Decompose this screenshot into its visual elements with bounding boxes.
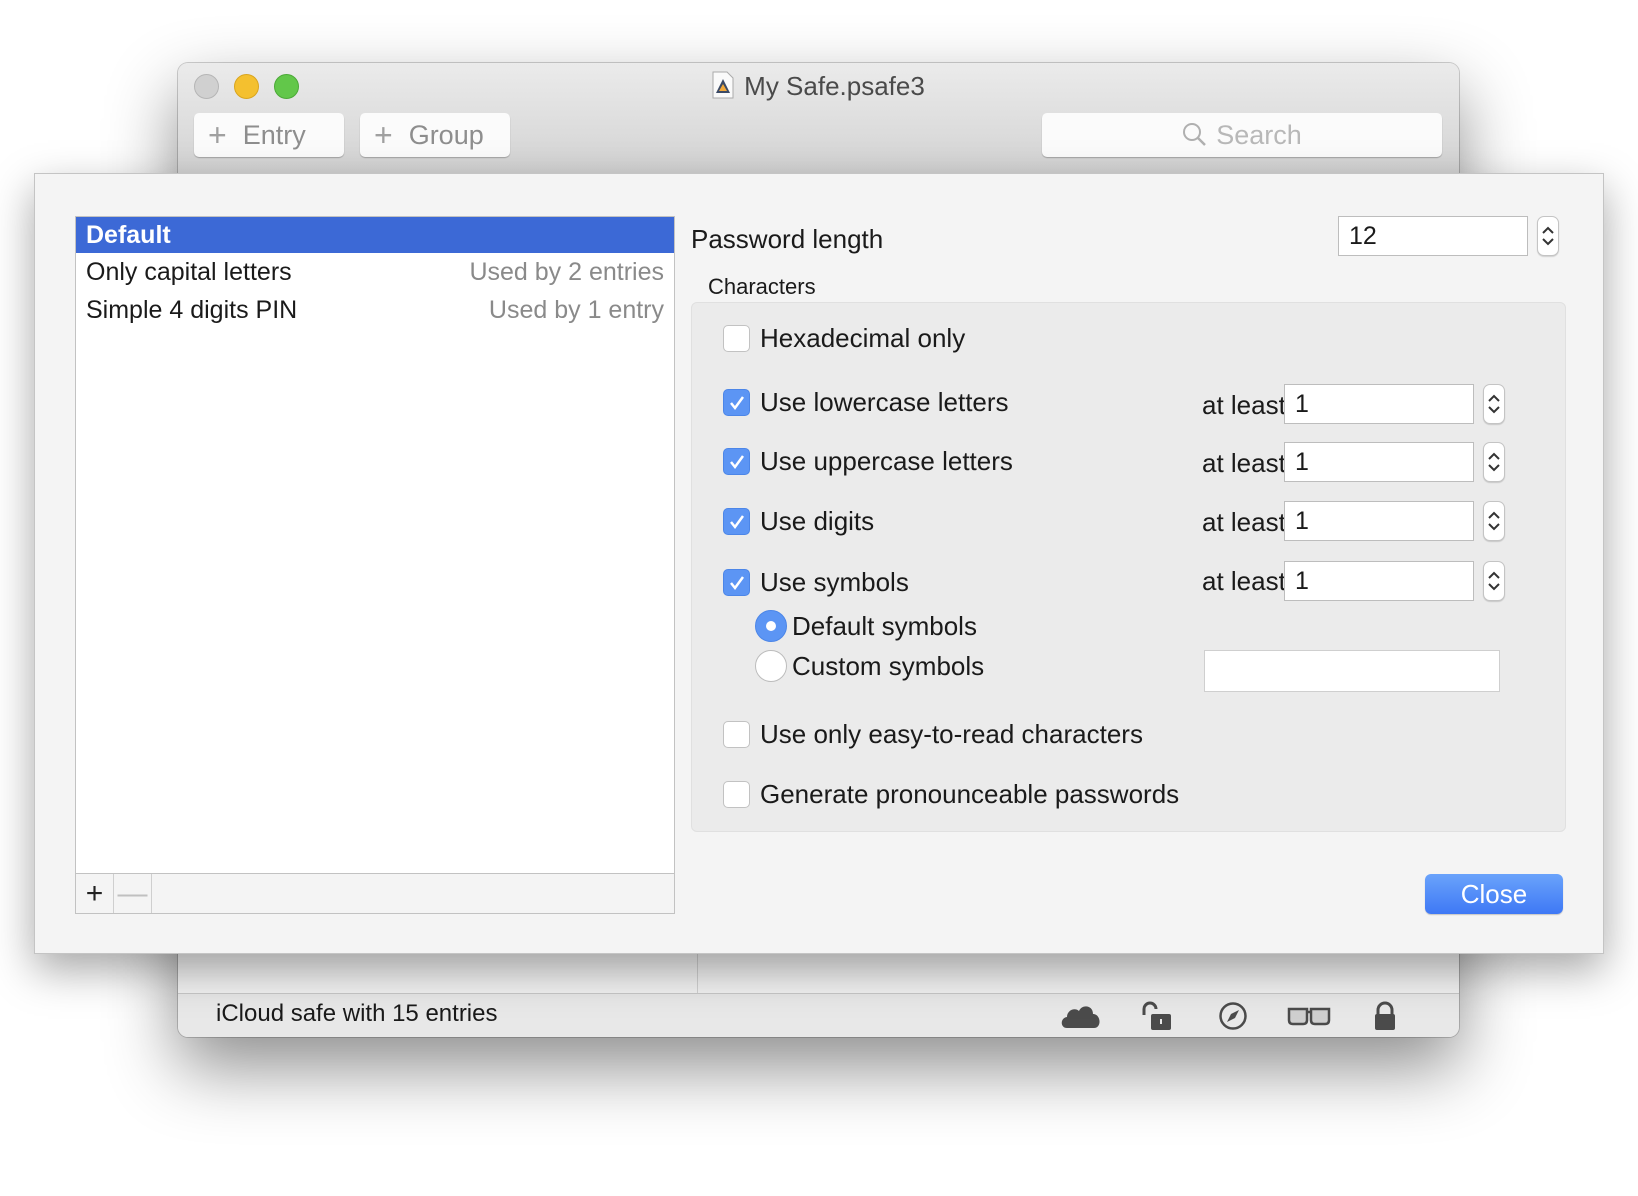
easy-to-read-label: Use only easy-to-read characters (760, 719, 1143, 749)
chevron-down-icon (1488, 523, 1500, 531)
status-text: iCloud safe with 15 entries (216, 1000, 498, 1027)
chevron-up-icon (1488, 571, 1500, 579)
pronounceable-checkbox[interactable]: Generate pronounceable passwords (723, 779, 1179, 810)
padlock-icon[interactable] (1363, 1000, 1407, 1032)
document-icon (712, 71, 734, 99)
policy-usage: Used by 2 entries (469, 257, 664, 286)
chevron-down-icon (1542, 238, 1554, 246)
chevron-down-icon (1488, 406, 1500, 414)
chevron-up-icon (1488, 394, 1500, 402)
digits-min-field[interactable]: 1 (1284, 501, 1474, 541)
digits-at-least-label: at least (1202, 507, 1286, 537)
add-entry-button[interactable]: + Entry (194, 113, 344, 157)
window-title-text: My Safe.psafe3 (744, 71, 925, 101)
lowercase-label: Use lowercase letters (760, 387, 1009, 417)
lowercase-checkbox[interactable]: Use lowercase letters (723, 387, 1009, 418)
default-symbols-radio[interactable]: Default symbols (755, 610, 977, 642)
add-group-button[interactable]: + Group (360, 113, 510, 157)
symbols-min-stepper[interactable] (1483, 561, 1505, 601)
custom-symbols-radio[interactable]: Custom symbols (755, 650, 984, 682)
cloud-icon[interactable] (1059, 1000, 1103, 1032)
list-footer: + — (76, 873, 674, 913)
digits-checkbox[interactable]: Use digits (723, 506, 874, 537)
checkbox-box (723, 325, 750, 352)
custom-symbols-label: Custom symbols (792, 650, 985, 681)
chevron-down-icon (1488, 464, 1500, 472)
checkmark-icon (723, 569, 750, 596)
close-button[interactable]: Close (1425, 874, 1563, 914)
add-policy-button[interactable]: + (76, 874, 114, 913)
checkmark-icon (723, 448, 750, 475)
chevron-down-icon (1488, 583, 1500, 591)
digits-label: Use digits (760, 506, 875, 536)
lowercase-at-least-label: at least (1202, 390, 1286, 420)
password-length-stepper[interactable] (1537, 216, 1559, 256)
uppercase-min-field[interactable]: 1 (1284, 442, 1474, 482)
remove-policy-button[interactable]: — (114, 874, 152, 913)
window-title: My Safe.psafe3 (178, 71, 1459, 102)
lowercase-min-stepper[interactable] (1483, 384, 1505, 424)
radio-unselected (755, 650, 787, 682)
chevron-up-icon (1542, 226, 1554, 234)
policy-name: Simple 4 digits PIN (86, 295, 298, 324)
symbols-label: Use symbols (760, 567, 909, 597)
custom-symbols-field[interactable] (1204, 650, 1500, 692)
hexadecimal-checkbox[interactable]: Hexadecimal only (723, 323, 965, 354)
compass-icon[interactable] (1211, 1000, 1255, 1032)
default-symbols-label: Default symbols (792, 610, 977, 641)
radio-selected (755, 610, 787, 642)
uppercase-min-stepper[interactable] (1483, 442, 1505, 482)
policy-settings: Password length 12 Characters Hexadecima… (691, 174, 1591, 953)
plus-icon: + (208, 116, 227, 153)
symbols-min-field[interactable]: 1 (1284, 561, 1474, 601)
password-length-label: Password length (691, 224, 884, 254)
pronounceable-label: Generate pronounceable passwords (760, 779, 1180, 809)
glasses-icon[interactable] (1287, 1000, 1331, 1032)
characters-group: Hexadecimal only Use lowercase letters a… (691, 302, 1566, 832)
plus-icon: + (374, 116, 393, 153)
symbols-at-least-label: at least (1202, 566, 1286, 596)
lowercase-min-field[interactable]: 1 (1284, 384, 1474, 424)
chevron-up-icon (1488, 511, 1500, 519)
checkbox-box (723, 781, 750, 808)
password-policies-sheet: Default Only capital letters Used by 2 e… (34, 173, 1604, 954)
checkmark-icon (723, 508, 750, 535)
characters-label: Characters (708, 274, 816, 299)
uppercase-at-least-label: at least (1202, 448, 1286, 478)
status-bar: iCloud safe with 15 entries (178, 993, 1459, 1037)
policy-usage: Used by 1 entry (488, 295, 664, 324)
add-entry-label: Entry (242, 119, 306, 150)
digits-min-stepper[interactable] (1483, 501, 1505, 541)
search-icon (1183, 123, 1207, 146)
policy-name: Default (86, 220, 171, 249)
uppercase-label: Use uppercase letters (760, 446, 1013, 476)
titlebar: My Safe.psafe3 + Entry + Group Search (178, 63, 1459, 174)
checkbox-box (723, 721, 750, 748)
password-length-field[interactable]: 12 (1338, 216, 1528, 256)
unlocked-padlock-icon[interactable] (1135, 1000, 1179, 1032)
hexadecimal-label: Hexadecimal only (760, 323, 966, 353)
policy-row-only-capital-letters[interactable]: Only capital letters Used by 2 entries (76, 253, 674, 291)
checkmark-icon (723, 389, 750, 416)
policy-row-default[interactable]: Default (76, 217, 674, 253)
add-group-label: Group (408, 119, 484, 150)
policy-list: Default Only capital letters Used by 2 e… (75, 216, 675, 914)
chevron-up-icon (1488, 452, 1500, 460)
uppercase-checkbox[interactable]: Use uppercase letters (723, 446, 1013, 477)
search-input[interactable]: Search (1042, 113, 1442, 157)
symbols-checkbox[interactable]: Use symbols (723, 567, 909, 598)
search-placeholder: Search (1216, 119, 1302, 150)
policy-name: Only capital letters (86, 257, 292, 286)
policy-row-simple-pin[interactable]: Simple 4 digits PIN Used by 1 entry (76, 291, 674, 329)
easy-to-read-checkbox[interactable]: Use only easy-to-read characters (723, 719, 1143, 750)
